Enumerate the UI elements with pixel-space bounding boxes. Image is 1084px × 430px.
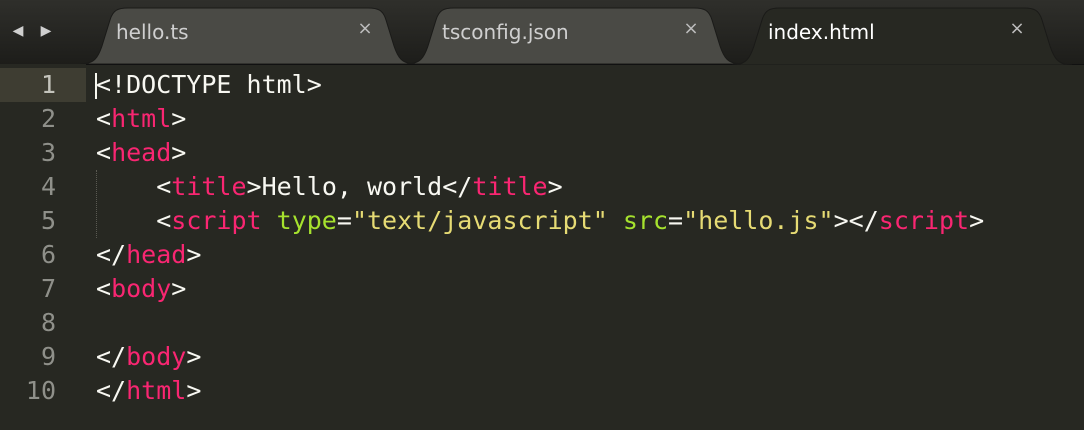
close-icon[interactable]: × (682, 20, 700, 38)
punct: < (156, 206, 172, 235)
attribute-name: src (622, 206, 669, 235)
line-number: 6 (40, 240, 56, 269)
code-line: 1 <!DOCTYPE html> (0, 68, 1084, 102)
punct: > (171, 274, 187, 303)
punct: </ (96, 240, 127, 269)
code-line: 3 <head> (0, 136, 1084, 170)
punct: ></ (833, 206, 879, 235)
tag-name: body (126, 342, 187, 371)
punct: > (547, 172, 563, 201)
line-number: 8 (40, 308, 56, 337)
tag-name: body (111, 274, 172, 303)
line-number: 9 (40, 342, 56, 371)
tag-name: title (472, 172, 548, 201)
text-content: Hello, world (261, 172, 443, 201)
code-text[interactable]: <script type="text/javascript" src="hell… (96, 204, 984, 238)
tag-name: head (111, 138, 172, 167)
punct: </ (96, 342, 127, 371)
code-text[interactable]: <!DOCTYPE html> (96, 68, 322, 102)
punct: = (336, 206, 352, 235)
punct: > (186, 240, 202, 269)
line-number: 2 (40, 104, 56, 133)
punct: </ (96, 376, 127, 405)
editor-window: ◀ ▶ hello.ts × tsconfig.json × index.htm… (0, 0, 1084, 430)
tab-label: tsconfig.json (442, 20, 569, 44)
code-editor[interactable]: 1 <!DOCTYPE html> 2 <html> 3 <head> 4 <t… (0, 64, 1084, 430)
punct: < (156, 172, 172, 201)
line-number: 4 (40, 172, 56, 201)
tab-label: index.html (768, 20, 875, 44)
tag-name: html (126, 376, 187, 405)
punct: > (171, 104, 187, 133)
code-line: 4 <title>Hello, world</title> (0, 170, 1084, 204)
punct: < (96, 138, 112, 167)
code-text[interactable]: <title>Hello, world</title> (96, 170, 563, 204)
back-arrow-icon[interactable]: ◀ (8, 20, 28, 42)
tag-name: script (878, 206, 970, 235)
line-number: 7 (40, 274, 56, 303)
code-line: 7 <body> (0, 272, 1084, 306)
doctype-text: <!DOCTYPE html> (96, 70, 322, 99)
code-line: 5 <script type="text/javascript" src="he… (0, 204, 1084, 238)
text-cursor (95, 73, 97, 99)
attribute-name: type (276, 206, 337, 235)
code-text[interactable]: </html> (96, 374, 201, 408)
code-line: 10 </html> (0, 374, 1084, 408)
code-text[interactable]: <html> (96, 102, 186, 136)
tab-tsconfig-json[interactable]: tsconfig.json × (406, 6, 742, 64)
code-line: 8 (0, 306, 1084, 340)
tab-bar: ◀ ▶ hello.ts × tsconfig.json × index.htm… (0, 0, 1084, 65)
code-line: 6 </head> (0, 238, 1084, 272)
attribute-value: "text/javascript" (351, 206, 608, 235)
code-text[interactable]: </body> (96, 340, 201, 374)
punct: > (969, 206, 985, 235)
tag-name: title (171, 172, 247, 201)
line-number: 3 (40, 138, 56, 167)
punct: < (96, 274, 112, 303)
punct: = (668, 206, 684, 235)
close-icon[interactable]: × (356, 20, 374, 38)
tab-hello-ts[interactable]: hello.ts × (80, 6, 416, 64)
punct: < (96, 104, 112, 133)
punct: > (186, 342, 202, 371)
tag-name: html (111, 104, 172, 133)
punct: > (246, 172, 262, 201)
line-number: 10 (25, 376, 56, 405)
tab-label: hello.ts (116, 20, 189, 44)
code-text[interactable]: </head> (96, 238, 201, 272)
code-line: 9 </body> (0, 340, 1084, 374)
punct: > (171, 138, 187, 167)
close-icon[interactable]: × (1008, 20, 1026, 38)
code-line: 2 <html> (0, 102, 1084, 136)
line-number: 1 (40, 70, 56, 99)
punct: </ (442, 172, 473, 201)
tag-name: script (171, 206, 262, 235)
code-text[interactable]: <body> (96, 272, 186, 306)
line-number: 5 (40, 206, 56, 235)
tag-name: head (126, 240, 187, 269)
code-text[interactable]: <head> (96, 136, 186, 170)
tab-index-html[interactable]: index.html × (732, 6, 1072, 65)
attribute-value: "hello.js" (683, 206, 834, 235)
punct: > (186, 376, 202, 405)
forward-arrow-icon[interactable]: ▶ (36, 20, 56, 42)
